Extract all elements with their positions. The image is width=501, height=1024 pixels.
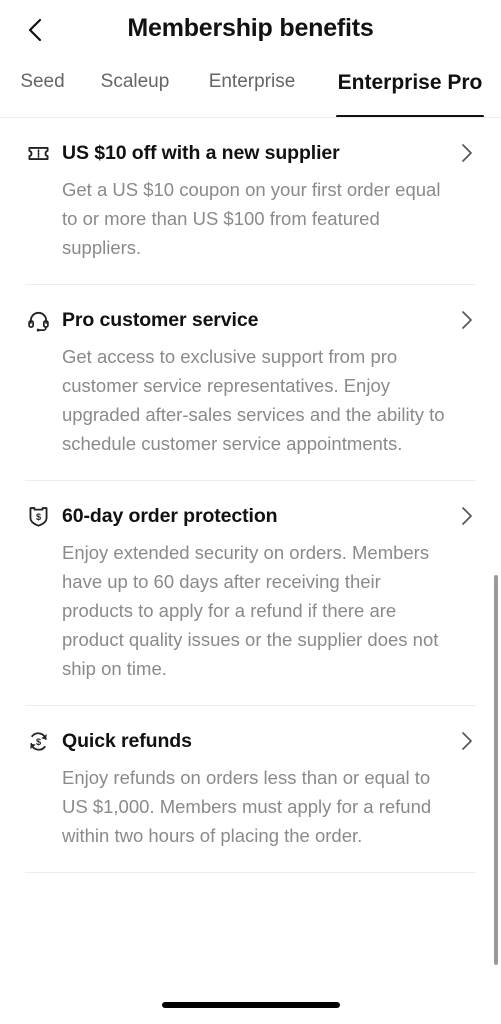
chevron-right-icon[interactable] [458,506,476,526]
tab-label: Scaleup [100,71,170,92]
tab-scaleup[interactable]: Scaleup [85,61,185,118]
benefit-title: Quick refunds [62,729,192,752]
list-divider [25,872,476,873]
benefit-description: Get access to exclusive support from pro… [62,346,445,454]
tab-label: Seed [20,71,65,92]
membership-tier-tabs: Seed Scaleup Enterprise Enterprise Pro [0,56,501,118]
benefit-header: Pro customer service [25,307,476,333]
page-title: Membership benefits [127,14,374,42]
home-indicator [161,1002,340,1008]
back-button[interactable] [14,8,58,52]
headset-icon [25,307,51,333]
shield-dollar-icon: $ [25,503,51,529]
tab-enterprise-pro[interactable]: Enterprise Pro [319,61,501,118]
mobile-screen: Membership benefits Seed Scaleup Enterpr… [0,0,501,1024]
chevron-right-icon[interactable] [458,310,476,330]
benefits-list: US $10 off with a new supplier Get a US … [0,118,501,1024]
chevron-right-icon[interactable] [458,731,476,751]
coupon-ticket-icon [25,140,51,166]
benefit-title: US $10 off with a new supplier [62,141,340,164]
benefit-description: Enjoy refunds on orders less than or equ… [62,767,432,846]
tab-label: Enterprise Pro [337,71,483,94]
refresh-dollar-icon: $ [25,728,51,754]
tab-enterprise[interactable]: Enterprise [185,61,319,118]
benefit-header: $ 60-day order protection [25,503,476,529]
benefit-header: US $10 off with a new supplier [25,140,476,166]
benefit-description: Enjoy extended security on orders. Membe… [62,542,439,679]
vertical-scrollbar[interactable] [494,575,498,965]
tab-seed[interactable]: Seed [0,61,85,118]
benefit-title: 60-day order protection [62,504,278,527]
benefit-item-order-protection[interactable]: $ 60-day order protection Enjoy extended… [0,481,501,683]
benefit-title: Pro customer service [62,308,259,331]
tab-label: Enterprise [208,71,296,92]
chevron-left-icon [24,17,48,43]
benefit-item-quick-refunds[interactable]: $ Quick refunds Enjoy refunds on orders … [0,706,501,850]
chevron-right-icon[interactable] [458,143,476,163]
benefit-item-customer-service[interactable]: Pro customer service Get access to exclu… [0,285,501,458]
svg-text:$: $ [35,511,40,521]
benefit-description: Get a US $10 coupon on your first order … [62,179,441,258]
app-header: Membership benefits [0,0,501,56]
svg-text:$: $ [35,736,40,746]
benefit-item-coupon[interactable]: US $10 off with a new supplier Get a US … [0,118,501,262]
benefit-header: $ Quick refunds [25,728,476,754]
